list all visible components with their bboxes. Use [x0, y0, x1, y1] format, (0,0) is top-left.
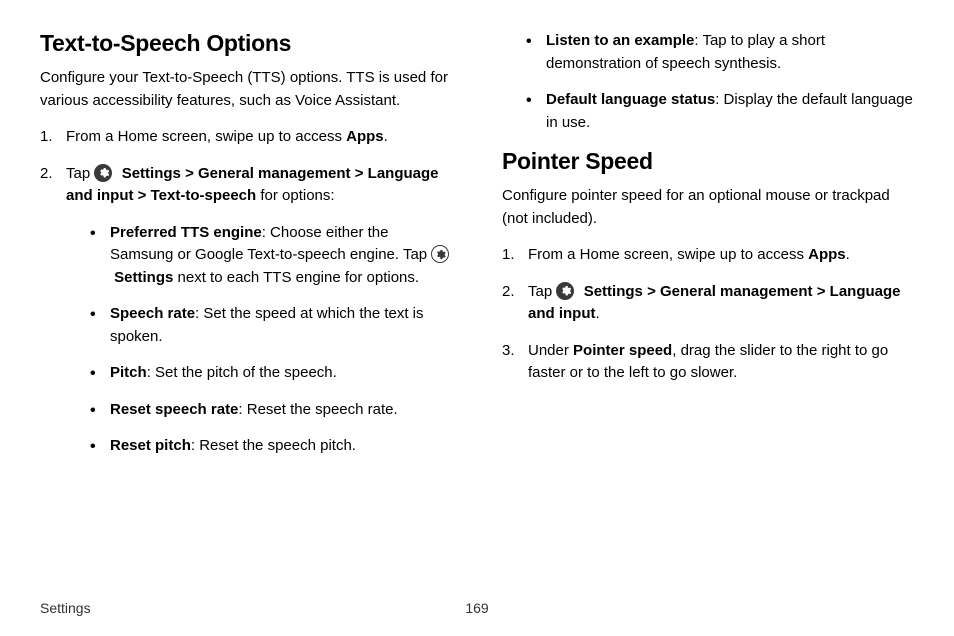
tts-continued-bullets: Listen to an example: Tap to play a shor…: [526, 30, 914, 134]
bullet-default-lang-status: Default language status: Display the def…: [526, 89, 914, 134]
bullet-reset-speech-rate: Reset speech rate: Reset the speech rate…: [90, 399, 452, 422]
pointer-speed-heading: Pointer Speed: [502, 148, 914, 175]
tts-sub-bullets: Preferred TTS engine: Choose either the …: [66, 222, 452, 458]
ps-step-3: Under Pointer speed, drag the slider to …: [502, 340, 914, 385]
tts-heading: Text-to-Speech Options: [40, 30, 452, 57]
page-footer: Settings 169: [40, 600, 914, 616]
pointer-speed-steps: From a Home screen, swipe up to access A…: [502, 244, 914, 385]
footer-page-number: 169: [457, 600, 497, 616]
right-column: Listen to an example: Tap to play a shor…: [502, 30, 914, 472]
bullet-speech-rate: Speech rate: Set the speed at which the …: [90, 303, 452, 348]
settings-icon: [556, 282, 574, 300]
tts-intro: Configure your Text-to-Speech (TTS) opti…: [40, 67, 452, 112]
bullet-preferred-tts: Preferred TTS engine: Choose either the …: [90, 222, 452, 290]
bullet-pitch: Pitch: Set the pitch of the speech.: [90, 362, 452, 385]
pointer-speed-intro: Configure pointer speed for an optional …: [502, 185, 914, 230]
settings-icon: [94, 164, 112, 182]
tts-step-2: Tap Settings > General management > Lang…: [40, 163, 452, 458]
bullet-reset-pitch: Reset pitch: Reset the speech pitch.: [90, 435, 452, 458]
ps-step-2: Tap Settings > General management > Lang…: [502, 281, 914, 326]
ps-step-1: From a Home screen, swipe up to access A…: [502, 244, 914, 267]
tts-step-1: From a Home screen, swipe up to access A…: [40, 126, 452, 149]
left-column: Text-to-Speech Options Configure your Te…: [40, 30, 452, 472]
bullet-listen-example: Listen to an example: Tap to play a shor…: [526, 30, 914, 75]
tts-steps: From a Home screen, swipe up to access A…: [40, 126, 452, 458]
settings-outline-icon: [431, 245, 449, 263]
